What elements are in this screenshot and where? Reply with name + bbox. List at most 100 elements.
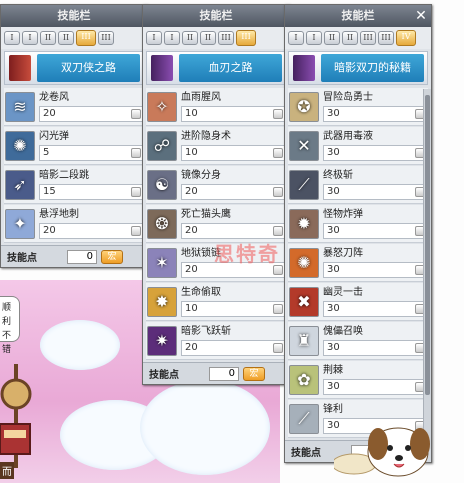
venom-icon[interactable]: ✕ — [289, 130, 319, 161]
life-steal-icon[interactable]: ✸ — [147, 286, 177, 317]
skill-row[interactable]: ✹ 怪物炸弹 30 — [288, 205, 428, 243]
skill-row[interactable]: ✦ 悬浮地刺 20 — [4, 205, 144, 243]
tab-job-2[interactable]: I — [164, 31, 180, 45]
skill-row[interactable]: ☯ 镜像分身 20 — [146, 166, 286, 204]
tab-job-4[interactable]: II — [58, 31, 74, 45]
skill-level-box: 20 — [39, 105, 144, 122]
tab-job-4[interactable]: II — [342, 31, 358, 45]
level-up-button[interactable] — [131, 147, 141, 158]
job-header: 暗影双刀的秘籍 — [288, 51, 428, 85]
monster-bomb-icon[interactable]: ✹ — [289, 208, 319, 239]
skill-glyph: ❂ — [155, 213, 169, 233]
blade-fury-icon[interactable]: ✺ — [289, 247, 319, 278]
skill-row[interactable]: ☍ 进阶隐身术 10 — [146, 127, 286, 165]
tab-job-3[interactable]: II — [182, 31, 198, 45]
tab-job-4[interactable]: II — [200, 31, 216, 45]
close-button[interactable]: ✕ — [411, 5, 431, 27]
skill-list: ✧ 血雨腥风 10 ☍ 进阶隐身术 10 ☯ 镜像分身 20 ❂ 死亡猫头鹰 2… — [143, 87, 289, 362]
macro-button[interactable]: 宏 — [243, 366, 265, 381]
tab-job-5[interactable]: III — [76, 30, 96, 46]
level-up-button[interactable] — [131, 108, 141, 119]
skill-row[interactable]: ≋ 龙卷风 20 — [4, 88, 144, 126]
level-up-button[interactable] — [131, 186, 141, 197]
puppet-summon-icon[interactable]: ♜ — [289, 325, 319, 356]
tab-job-6[interactable]: III — [378, 31, 394, 45]
level-up-button[interactable] — [273, 147, 283, 158]
level-up-button[interactable] — [131, 225, 141, 236]
skill-name: 龙卷风 — [39, 91, 69, 103]
tab-job-3[interactable]: II — [40, 31, 56, 45]
skill-info: 生命偷取 10 — [181, 285, 286, 319]
skill-row[interactable]: ✿ 荆棘 30 — [288, 361, 428, 399]
skill-glyph: ✷ — [155, 330, 169, 350]
skill-row[interactable]: ✧ 血雨腥风 10 — [146, 88, 286, 126]
death-owl-icon[interactable]: ❂ — [147, 208, 177, 239]
level-up-button[interactable] — [273, 303, 283, 314]
panel-title[interactable]: 技能栏 — [1, 5, 147, 27]
thorns-icon[interactable]: ✿ — [289, 364, 319, 395]
skill-row[interactable]: ✺ 暴怒刀阵 30 — [288, 244, 428, 282]
advanced-stealth-icon[interactable]: ☍ — [147, 130, 177, 161]
macro-button[interactable]: 宏 — [101, 249, 123, 264]
tornado-icon[interactable]: ≋ — [5, 91, 35, 122]
watermark: 思特奇 — [214, 242, 280, 266]
tab-job-5[interactable]: III — [360, 31, 376, 45]
tab-job-1[interactable]: I — [146, 31, 162, 45]
shadow-leap-icon[interactable]: ✷ — [147, 325, 177, 356]
skill-row[interactable]: ✖ 幽灵一击 30 — [288, 283, 428, 321]
skill-name: 怪物炸弹 — [323, 208, 363, 220]
job-header: 双刀侠之路 — [4, 51, 144, 85]
sharpness-icon[interactable]: ⟋ — [289, 403, 319, 434]
tab-job-6[interactable]: III — [236, 30, 256, 46]
tab-job-2[interactable]: I — [22, 31, 38, 45]
skill-info: 暗影飞跃斩 20 — [181, 324, 286, 358]
panel-title[interactable]: 技能栏 — [143, 5, 289, 27]
mirror-image-icon[interactable]: ☯ — [147, 169, 177, 200]
scrollbar-thumb[interactable] — [425, 95, 430, 395]
skill-glyph: ✺ — [13, 135, 27, 155]
hell-chain-icon[interactable]: ✶ — [147, 247, 177, 278]
tab-job-5[interactable]: III — [218, 31, 234, 45]
job-header: 血刃之路 — [146, 51, 286, 85]
phantom-blow-icon[interactable]: ✖ — [289, 286, 319, 317]
skill-row[interactable]: ✪ 冒险岛勇士 30 — [288, 88, 428, 126]
panel-title[interactable]: 技能栏 — [285, 5, 431, 27]
skill-glyph: ☯ — [154, 174, 170, 194]
maple-warrior-icon[interactable]: ✪ — [289, 91, 319, 122]
blood-storm-icon[interactable]: ✧ — [147, 91, 177, 122]
skill-level: 30 — [327, 186, 340, 197]
skill-row[interactable]: ✕ 武器用毒液 30 — [288, 127, 428, 165]
skill-glyph: ✧ — [155, 96, 169, 116]
ground-spike-icon[interactable]: ✦ — [5, 208, 35, 239]
final-cut-icon[interactable]: ⟋ — [289, 169, 319, 200]
skill-row[interactable]: ✸ 生命偷取 10 — [146, 283, 286, 321]
skill-level-box: 10 — [181, 300, 286, 317]
tab-job-7[interactable]: IV — [396, 30, 416, 46]
job-name: 血刃之路 — [179, 54, 282, 82]
tab-job-1[interactable]: I — [288, 31, 304, 45]
scrollbar[interactable] — [423, 89, 431, 449]
skill-level: 10 — [185, 108, 198, 119]
flash-bang-icon[interactable]: ✺ — [5, 130, 35, 161]
level-up-button[interactable] — [273, 186, 283, 197]
level-up-button[interactable] — [273, 108, 283, 119]
speech-line-1: 顺利 — [2, 303, 12, 327]
job-tabs: I I II II III III — [143, 27, 289, 49]
skill-row[interactable]: ✺ 闪光弹 5 — [4, 127, 144, 165]
skill-row[interactable]: ✷ 暗影飞跃斩 20 — [146, 322, 286, 360]
tab-job-2[interactable]: I — [306, 31, 322, 45]
tab-job-1[interactable]: I — [4, 31, 20, 45]
skill-glyph: ✿ — [297, 369, 311, 389]
skill-panel-1: 技能栏 I I II II III III 双刀侠之路 ≋ 龙卷风 20 ✺ 闪… — [0, 4, 148, 268]
double-jump-icon[interactable]: ➶ — [5, 169, 35, 200]
tab-job-6[interactable]: III — [98, 31, 114, 45]
skill-name: 荆棘 — [323, 364, 343, 376]
skill-row[interactable]: ♜ 傀儡召唤 30 — [288, 322, 428, 360]
skill-level-box: 30 — [323, 222, 428, 239]
level-up-button[interactable] — [273, 342, 283, 353]
level-up-button[interactable] — [273, 225, 283, 236]
skill-row[interactable]: ⟋ 终极斩 30 — [288, 166, 428, 204]
skill-row[interactable]: ➶ 暗影二段跳 15 — [4, 166, 144, 204]
tab-job-3[interactable]: II — [324, 31, 340, 45]
job-tabs: I I II II III III — [1, 27, 147, 49]
